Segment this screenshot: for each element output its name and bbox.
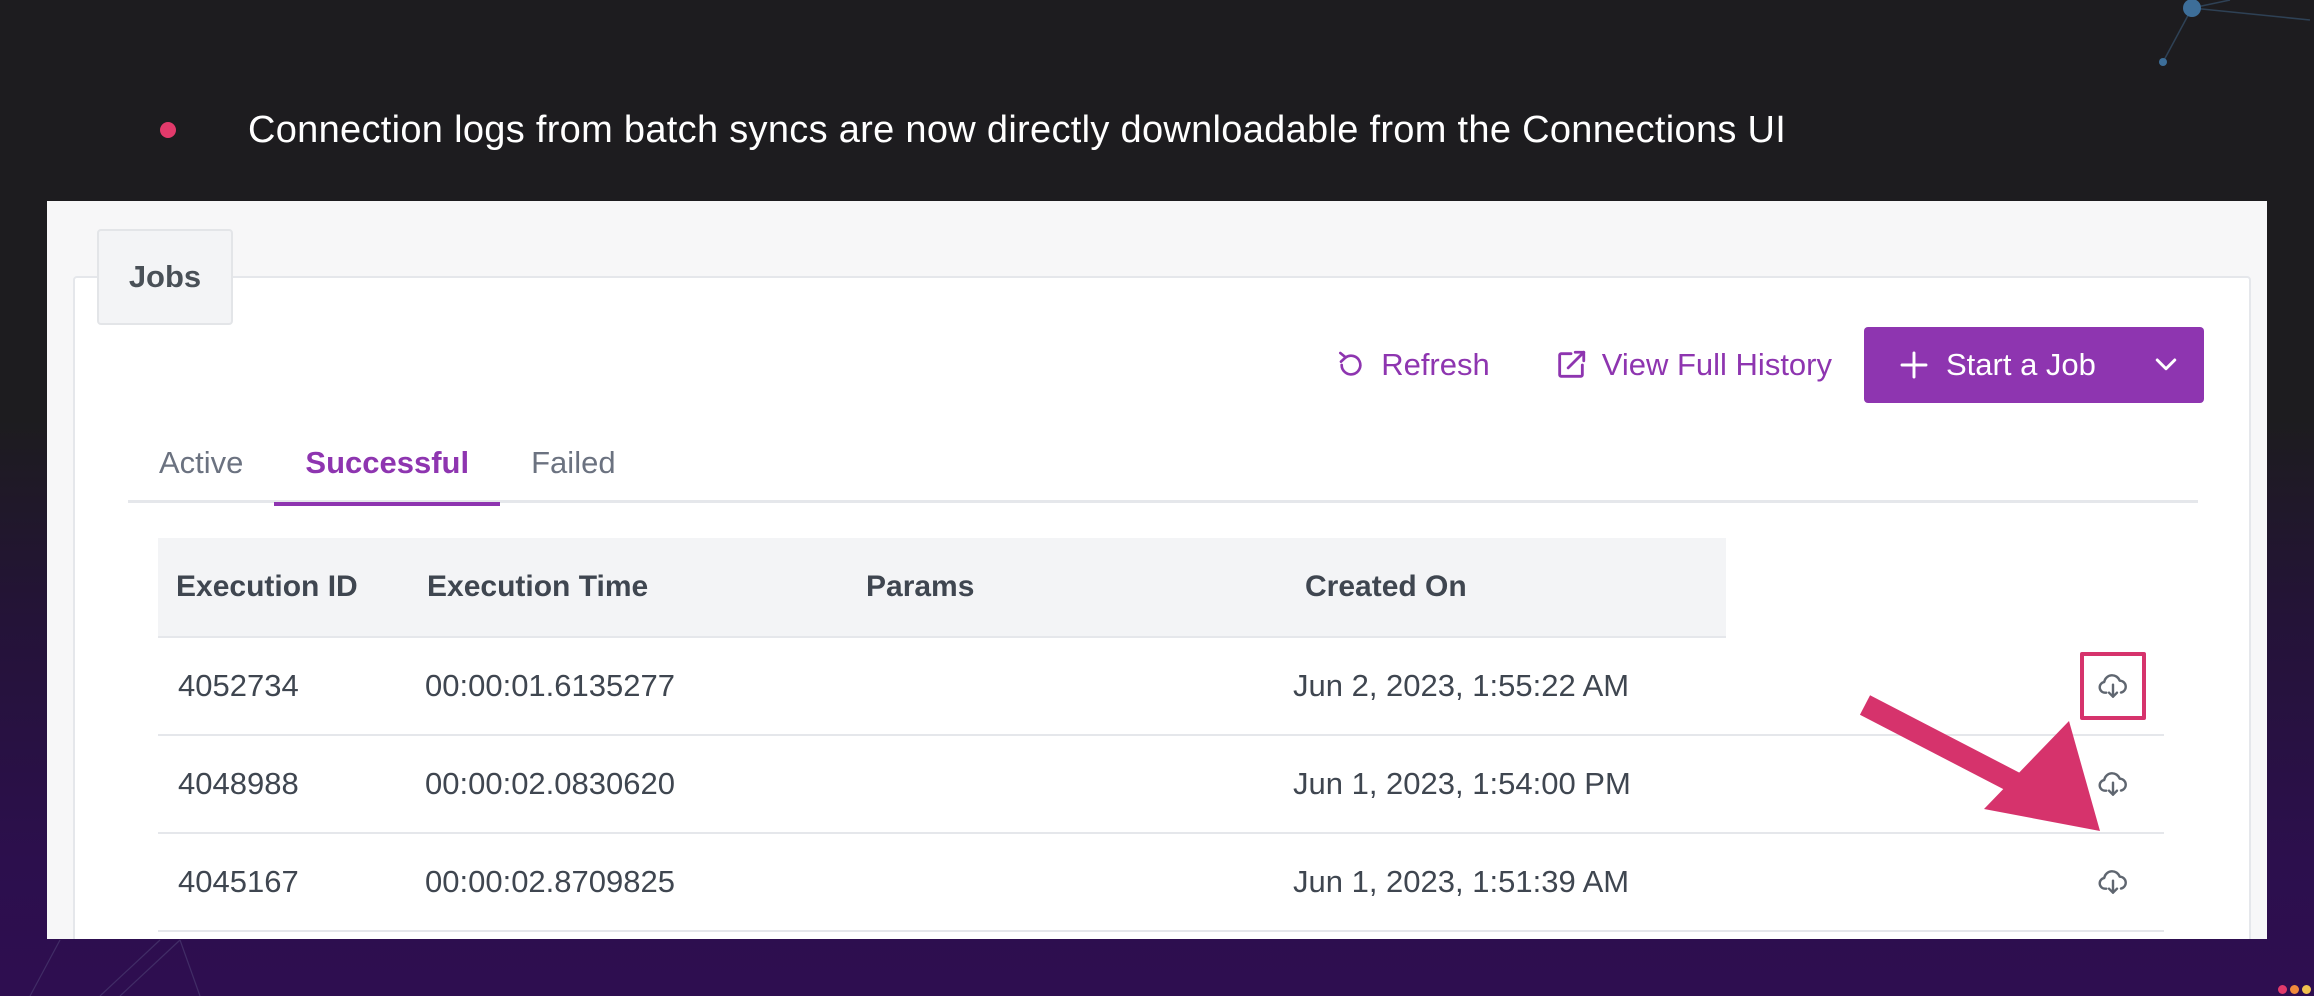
execution-time-cell: 00:00:01.6135277 <box>425 668 675 703</box>
table-row: 4045167 00:00:02.8709825 Jun 1, 2023, 1:… <box>158 834 2164 932</box>
execution-id-cell: 4045167 <box>178 864 299 899</box>
external-link-icon <box>1557 350 1585 378</box>
plus-icon <box>1900 351 1928 379</box>
execution-time-cell: 00:00:02.0830620 <box>425 766 675 801</box>
refresh-icon <box>1339 351 1362 376</box>
execution-time-cell: 00:00:02.8709825 <box>425 864 675 899</box>
start-job-dropdown[interactable] <box>2128 327 2204 403</box>
execution-id-cell: 4052734 <box>178 668 299 703</box>
view-full-history-button[interactable]: View Full History <box>1554 347 1832 383</box>
column-header-params[interactable]: Params <box>866 570 974 604</box>
tab-active[interactable]: Active <box>128 423 274 503</box>
start-job-label: Start a Job <box>1946 347 2096 382</box>
dot-icon <box>2302 985 2311 994</box>
created-on-cell: Jun 1, 2023, 1:54:00 PM <box>1293 766 1631 801</box>
refresh-button[interactable]: Refresh <box>1335 347 1490 383</box>
jobs-toolbar: Refresh View Full History Start a Job <box>1335 327 2204 403</box>
created-on-cell: Jun 1, 2023, 1:51:39 AM <box>1293 864 1630 899</box>
created-on-cell: Jun 2, 2023, 1:55:22 AM <box>1293 668 1630 703</box>
tab-successful[interactable]: Successful <box>274 423 500 506</box>
dot-icon <box>2290 985 2299 994</box>
start-job-button[interactable]: Start a Job <box>1864 327 2204 403</box>
status-tabs: Active Successful Failed <box>128 423 2198 506</box>
cloud-download-icon <box>2098 870 2127 894</box>
column-header-execution-id[interactable]: Execution ID <box>176 570 358 604</box>
view-full-history-label: View Full History <box>1601 347 1832 382</box>
jobs-panel: Jobs Refresh View Full History Start a J… <box>47 201 2267 939</box>
column-header-execution-time[interactable]: Execution Time <box>427 570 648 604</box>
corner-decoration <box>2278 985 2314 996</box>
tab-failed[interactable]: Failed <box>500 423 646 503</box>
refresh-label: Refresh <box>1381 347 1490 382</box>
chevron-down-icon <box>2155 358 2177 371</box>
bullet-dot-icon <box>160 122 176 138</box>
column-header-created-on[interactable]: Created On <box>1305 570 1467 604</box>
execution-id-cell: 4048988 <box>178 766 299 801</box>
slide-bullet: Connection logs from batch syncs are now… <box>160 100 1786 160</box>
jobs-section-tab[interactable]: Jobs <box>97 229 233 325</box>
start-job-main[interactable]: Start a Job <box>1864 327 2128 403</box>
dot-icon <box>2278 985 2287 994</box>
table-header: Execution ID Execution Time Params Creat… <box>158 538 1726 638</box>
download-logs-button[interactable] <box>2080 848 2146 916</box>
slide-bullet-text: Connection logs from batch syncs are now… <box>248 108 1787 151</box>
annotation-arrow <box>1859 695 2100 831</box>
